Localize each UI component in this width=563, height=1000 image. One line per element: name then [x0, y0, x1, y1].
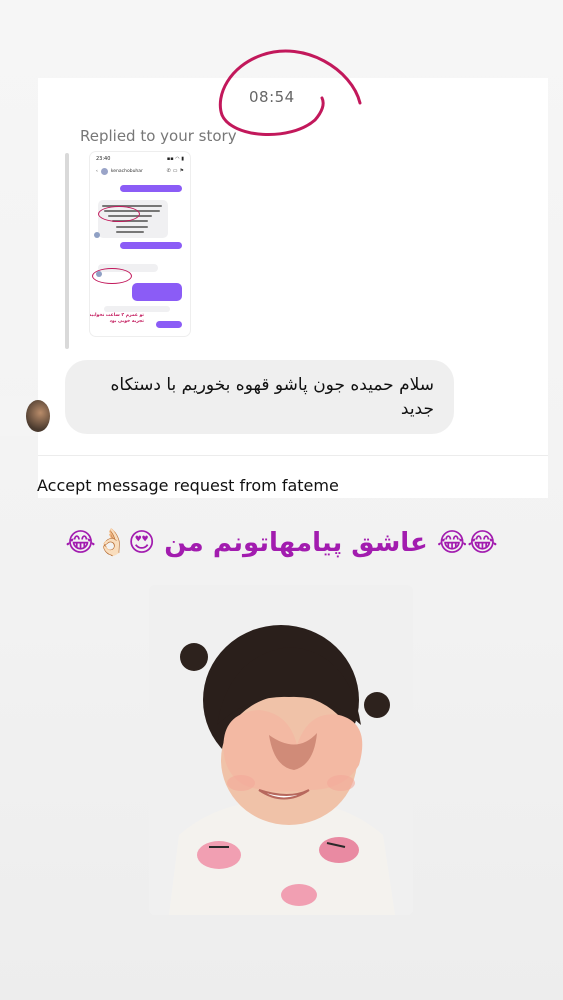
caption-emoji-left: 😍👌🏻😂 [65, 528, 156, 558]
story-thumbnail[interactable]: 23:40 ▪▪ ◠ ▮ ‹ kenachobuhar ✆▭⚑ تو عمرم … [90, 152, 190, 336]
thumbnail-text-line [116, 226, 148, 228]
caption-emoji-right: 😂😂 [436, 528, 498, 558]
thumbnail-bubble [104, 306, 170, 312]
thumbnail-avatar-dot [94, 232, 100, 238]
accept-message-request[interactable]: Accept message request from fateme [37, 476, 339, 495]
thumbnail-username: kenachobuhar [110, 168, 143, 174]
sender-avatar[interactable] [26, 400, 50, 432]
thumbnail-bubble [120, 242, 182, 249]
reply-quote-bar [65, 153, 69, 349]
thumbnail-status-time: 23:40 [96, 156, 111, 162]
thumbnail-chat-header: ‹ kenachobuhar ✆▭⚑ [96, 166, 186, 176]
thumbnail-avatar-dot [96, 271, 102, 277]
photo-illustration [149, 585, 413, 915]
thumbnail-bubble [156, 321, 182, 328]
thumbnail-bubble [120, 185, 182, 192]
thumbnail-annotation-oval [98, 206, 140, 222]
thumbnail-call-icons: ✆▭⚑ [166, 168, 186, 174]
caption-text: عاشق پیامهاتونم من [164, 528, 428, 558]
message-timestamp: 08:54 [249, 88, 295, 106]
child-heart-hands-photo [149, 585, 413, 915]
thumbnail-back-icon: ‹ [96, 168, 98, 174]
message-bubble: سلام حمیده جون پاشو قهوه بخوریم با دستکا… [65, 360, 454, 434]
thumbnail-signal-icons: ▪▪ ◠ ▮ [166, 156, 184, 162]
thumbnail-text-line [116, 231, 144, 233]
story-caption: 😂😂 عاشق پیامهاتونم من 😍👌🏻😂 [0, 528, 563, 558]
thumbnail-bubble [132, 283, 182, 301]
divider [38, 455, 548, 456]
thumbnail-footer-text: تو عمرم ۲ ساعت نخوابیدم ولی تجربه خوبی ب… [90, 313, 144, 324]
thumbnail-avatar [100, 167, 108, 175]
replied-to-story-label: Replied to your story [80, 127, 237, 145]
